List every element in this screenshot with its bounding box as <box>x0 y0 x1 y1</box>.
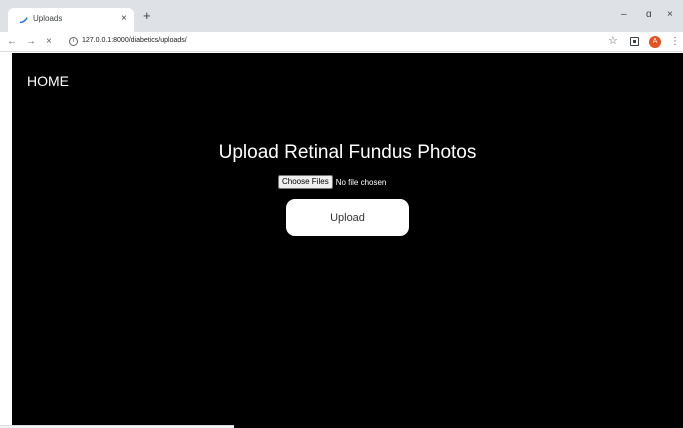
info-icon[interactable]: i <box>69 37 78 46</box>
file-status-text: No file chosen <box>335 177 387 187</box>
tab-uploads[interactable]: Uploads × <box>8 8 134 32</box>
choose-files-button[interactable]: Choose Files <box>278 175 333 189</box>
home-link[interactable]: HOME <box>27 73 69 89</box>
back-arrow-icon[interactable]: ← <box>7 35 17 49</box>
upload-button[interactable]: Upload <box>286 199 409 236</box>
tab-title: Uploads <box>33 14 63 23</box>
extension-icon[interactable] <box>630 37 639 46</box>
restore-icon[interactable]: ɑ <box>646 9 652 21</box>
star-icon[interactable]: ☆ <box>608 34 618 47</box>
tab-strip: Uploads × + – ɑ × <box>0 0 683 32</box>
browser-toolbar: ← → × i 127.0.0.1:8000/diabetics/uploads… <box>0 32 683 52</box>
page-title: Upload Retinal Fundus Photos <box>218 142 477 163</box>
address-bar[interactable]: 127.0.0.1:8000/diabetics/uploads/ <box>82 37 187 44</box>
reload-icon[interactable]: × <box>46 35 52 49</box>
plus-icon[interactable]: + <box>143 9 151 23</box>
uploads-favicon-icon <box>19 17 28 24</box>
forward-arrow-icon[interactable]: → <box>26 35 36 49</box>
close-icon[interactable]: × <box>121 12 127 26</box>
file-input: Choose Files No file chosen <box>278 175 386 189</box>
browser-window: Uploads × + – ɑ × ← → × i 127.0.0.1:8000… <box>0 0 683 428</box>
page-content: HOME Upload Retinal Fundus Photos Choose… <box>12 53 683 428</box>
minimize-icon[interactable]: – <box>621 9 627 21</box>
window-close-icon[interactable]: × <box>667 9 673 21</box>
kebab-menu-icon[interactable]: ⋮ <box>670 35 680 49</box>
avatar[interactable]: A <box>649 36 661 48</box>
